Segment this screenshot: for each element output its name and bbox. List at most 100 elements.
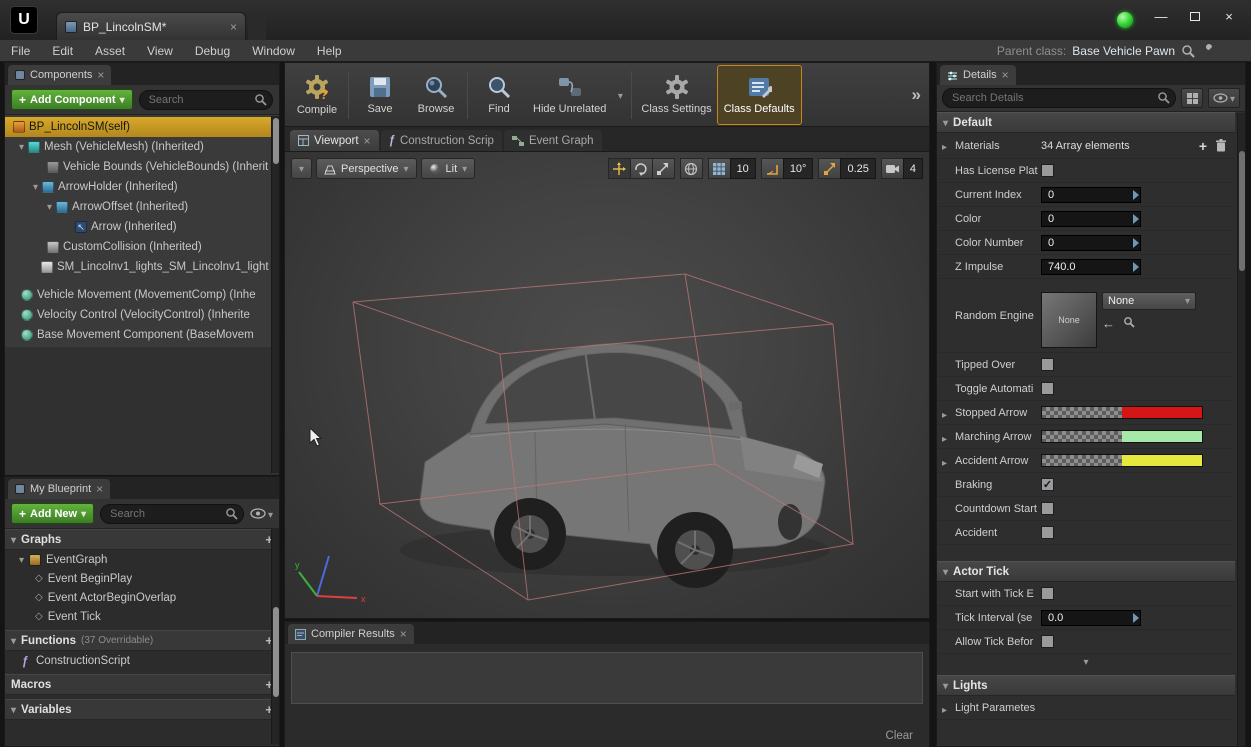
close-icon[interactable] bbox=[97, 68, 104, 82]
tipped-over-checkbox[interactable] bbox=[1041, 358, 1054, 371]
close-icon[interactable] bbox=[96, 482, 103, 496]
viewport-3d[interactable]: Perspective Lit bbox=[284, 151, 930, 619]
scale-snap-value[interactable]: 0.25 bbox=[840, 158, 875, 179]
expander-icon[interactable] bbox=[943, 117, 948, 129]
has-license-plate-checkbox[interactable] bbox=[1041, 164, 1054, 177]
lit-mode-button[interactable]: Lit bbox=[421, 158, 476, 179]
category-actor-tick[interactable]: Actor Tick bbox=[937, 561, 1235, 582]
close-icon[interactable] bbox=[364, 134, 371, 148]
grid-snap-value[interactable]: 10 bbox=[730, 158, 756, 179]
tab-compiler-results[interactable]: Compiler Results bbox=[288, 624, 414, 644]
rotation-snap-toggle-button[interactable] bbox=[761, 158, 784, 179]
class-defaults-button[interactable]: Class Defaults bbox=[718, 66, 801, 124]
allow-tick-checkbox[interactable] bbox=[1041, 635, 1054, 648]
tick-interval-input[interactable]: 0.0 bbox=[1041, 610, 1141, 626]
accident-arrow-color-swatch[interactable] bbox=[1041, 454, 1203, 467]
my-blueprint-scrollbar[interactable] bbox=[271, 529, 279, 744]
tab-viewport[interactable]: Viewport bbox=[290, 130, 379, 151]
expander-icon[interactable] bbox=[943, 680, 948, 692]
camera-speed-value[interactable]: 4 bbox=[903, 158, 923, 179]
my-blueprint-search-input[interactable] bbox=[100, 504, 244, 524]
tree-item-arrowholder[interactable]: ArrowHolder (Inherited) bbox=[5, 177, 279, 197]
start-with-tick-checkbox[interactable] bbox=[1041, 587, 1054, 600]
tab-details[interactable]: Details bbox=[940, 65, 1016, 85]
tab-components[interactable]: Components bbox=[8, 65, 111, 85]
edit-parent-class-icon[interactable] bbox=[1201, 44, 1215, 58]
property-matrix-button[interactable] bbox=[1181, 88, 1203, 108]
expander-icon[interactable] bbox=[942, 431, 947, 445]
browse-to-asset-icon[interactable] bbox=[1123, 316, 1135, 331]
expander-icon[interactable] bbox=[942, 455, 947, 469]
world-local-toggle-button[interactable] bbox=[680, 158, 703, 179]
details-scrollbar[interactable] bbox=[1237, 113, 1245, 746]
menu-debug[interactable]: Debug bbox=[184, 40, 241, 62]
find-button[interactable]: Find bbox=[471, 66, 527, 124]
find-parent-class-icon[interactable] bbox=[1181, 44, 1195, 58]
eventgraph-item[interactable]: EventGraph bbox=[5, 550, 279, 569]
scrollbar-thumb[interactable] bbox=[273, 118, 279, 164]
tree-item-arrowoffset[interactable]: ArrowOffset (Inherited) bbox=[5, 197, 279, 217]
add-new-button[interactable]: + Add New bbox=[11, 503, 94, 524]
viewport-options-button[interactable] bbox=[291, 158, 312, 179]
scale-snap-toggle-button[interactable] bbox=[818, 158, 841, 179]
close-icon[interactable] bbox=[1002, 68, 1009, 82]
z-impulse-input[interactable]: 740.0 bbox=[1041, 259, 1141, 275]
expander-icon[interactable] bbox=[942, 702, 947, 716]
asset-thumbnail[interactable]: None bbox=[1041, 292, 1097, 348]
event-actorbeginoverlap-item[interactable]: ◇ Event ActorBeginOverlap bbox=[5, 588, 279, 607]
maximize-button[interactable] bbox=[1181, 6, 1209, 26]
menu-window[interactable]: Window bbox=[241, 40, 306, 62]
clear-button[interactable]: Clear bbox=[886, 730, 913, 742]
close-window-button[interactable]: × bbox=[1215, 6, 1243, 26]
functions-section-header[interactable]: Functions (37 Overridable) bbox=[5, 630, 279, 651]
category-default[interactable]: Default bbox=[937, 112, 1235, 133]
expander-icon[interactable] bbox=[11, 534, 16, 546]
color-input[interactable]: 0 bbox=[1041, 211, 1141, 227]
color-number-input[interactable]: 0 bbox=[1041, 235, 1141, 251]
tree-item-mesh[interactable]: Mesh (VehicleMesh) (Inherited) bbox=[5, 137, 279, 157]
expander-icon[interactable] bbox=[33, 181, 38, 193]
scrollbar-thumb[interactable] bbox=[273, 607, 279, 697]
variables-section-header[interactable]: Variables bbox=[5, 699, 279, 720]
delete-array-icon[interactable] bbox=[1215, 139, 1227, 152]
minimize-button[interactable]: — bbox=[1147, 6, 1175, 26]
graphs-section-header[interactable]: Graphs bbox=[5, 529, 279, 550]
translate-tool-button[interactable] bbox=[608, 158, 631, 179]
tree-item-arrow[interactable]: ↖ Arrow (Inherited) bbox=[5, 217, 279, 237]
components-scrollbar[interactable] bbox=[271, 116, 279, 473]
hide-unrelated-button[interactable]: Hide Unrelated bbox=[527, 66, 612, 124]
category-lights[interactable]: Lights bbox=[937, 675, 1235, 696]
rotation-snap-value[interactable]: 10° bbox=[783, 158, 814, 179]
tree-item-vehicle-bounds[interactable]: Vehicle Bounds (VehicleBounds) (Inherit bbox=[5, 157, 279, 177]
details-search-input[interactable] bbox=[942, 88, 1176, 108]
expander-icon[interactable] bbox=[942, 407, 947, 421]
marching-arrow-color-swatch[interactable] bbox=[1041, 430, 1203, 443]
tree-item-base-movement[interactable]: Base Movement Component (BaseMovem bbox=[5, 325, 279, 345]
class-settings-button[interactable]: Class Settings bbox=[635, 66, 717, 124]
toggle-automatic-checkbox[interactable] bbox=[1041, 382, 1054, 395]
macros-section-header[interactable]: Macros bbox=[5, 674, 279, 695]
tree-item-self[interactable]: BP_LincolnSM(self) bbox=[5, 117, 279, 137]
braking-checkbox[interactable]: ✓ bbox=[1041, 478, 1054, 491]
stopped-arrow-color-swatch[interactable] bbox=[1041, 406, 1203, 419]
tab-my-blueprint[interactable]: My Blueprint bbox=[8, 479, 110, 499]
scrollbar-thumb[interactable] bbox=[1239, 151, 1245, 271]
accident-checkbox[interactable] bbox=[1041, 526, 1054, 539]
rotate-tool-button[interactable] bbox=[630, 158, 653, 179]
grid-snap-toggle-button[interactable] bbox=[708, 158, 731, 179]
marketplace-status-icon[interactable] bbox=[1117, 12, 1133, 28]
countdown-start-checkbox[interactable] bbox=[1041, 502, 1054, 515]
event-tick-item[interactable]: ◇ Event Tick bbox=[5, 607, 279, 626]
parent-class-value[interactable]: Base Vehicle Pawn bbox=[1072, 44, 1175, 58]
add-component-button[interactable]: + Add Component bbox=[11, 89, 133, 110]
current-index-input[interactable]: 0 bbox=[1041, 187, 1141, 203]
expander-icon[interactable] bbox=[11, 635, 16, 647]
tab-event-graph[interactable]: Event Graph bbox=[504, 130, 602, 151]
close-icon[interactable] bbox=[400, 627, 407, 641]
asset-tab[interactable]: BP_LincolnSM* bbox=[56, 12, 246, 40]
menu-asset[interactable]: Asset bbox=[84, 40, 136, 62]
tree-item-lights-mesh[interactable]: SM_Lincolnv1_lights_SM_Lincolnv1_light bbox=[5, 257, 279, 277]
menu-edit[interactable]: Edit bbox=[41, 40, 84, 62]
constructionscript-item[interactable]: ƒ ConstructionScript bbox=[5, 651, 279, 670]
camera-speed-button[interactable] bbox=[881, 158, 904, 179]
